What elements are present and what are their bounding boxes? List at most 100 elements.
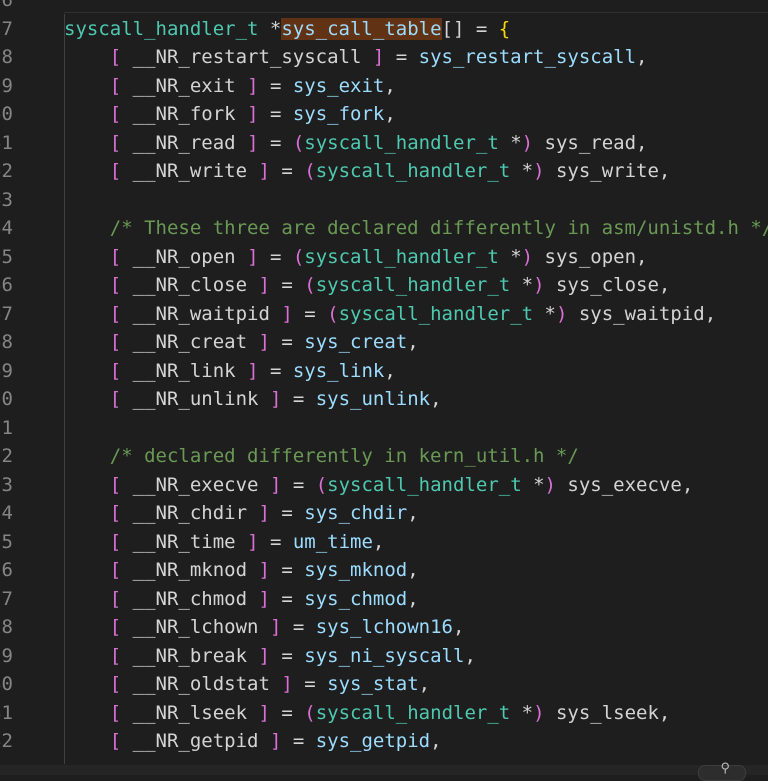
line-number: 69 [0,359,13,382]
token: [ [109,74,122,97]
token: __NR_restart_syscall [121,46,373,68]
line-number: 63 [0,188,13,211]
token: __NR_getpid [121,730,270,752]
token: sys_open, [533,245,648,268]
token: = [281,473,316,496]
token: [ [109,730,122,752]
token: ) [521,245,534,268]
code-text: [ __NR_chmod ] = sys_chmod, [64,585,419,613]
token: = [258,245,293,268]
token: [ [109,388,122,410]
token: , [453,616,465,638]
code-text: syscall_handler_t *sys_call_table[] = { [64,15,510,43]
token: sys_read, [533,131,648,154]
token: __NR_waitpid [121,302,282,325]
token: [ [109,160,122,182]
token: sys_lseek, [544,701,671,724]
code-text: [ __NR_close ] = (syscall_handler_t *) s… [64,271,671,299]
line-number: 58 [0,46,13,68]
token: , [636,46,648,68]
sticky-scroll-border [64,12,768,13]
token: ( [315,473,328,496]
token: [ [109,559,122,581]
token: __NR_creat [121,331,259,353]
token: [ [109,587,122,610]
token: ] [269,473,282,496]
token: sys_creat [304,331,408,353]
token: , [384,359,396,382]
code-text: [ __NR_unlink ] = sys_unlink, [64,385,442,413]
token: * [258,17,282,40]
token: = [258,131,293,154]
token: ( [304,160,316,182]
code-text: [ __NR_open ] = (syscall_handler_t *) sy… [64,243,648,271]
code-text: [ __NR_fork ] = sys_fork, [64,100,396,128]
token: syscall_handler_t [338,302,534,325]
token: sys_call_table [281,17,442,40]
code-editor[interactable]: 5657syscall_handler_t *sys_call_table[] … [0,0,768,775]
code-text: [ __NR_read ] = (syscall_handler_t *) sy… [64,129,648,157]
token: sys_chdir [304,502,408,524]
token: __NR_unlink [121,388,270,410]
search-icon[interactable]: ⚲ [720,761,730,776]
token: __NR_close [121,274,259,296]
token: um_time [292,530,373,553]
token: __NR_time [121,530,248,553]
line-number: 61 [0,131,13,154]
token: sys_exit [292,74,385,97]
token: , [407,587,419,610]
token: syscall_handler_t [315,701,511,724]
token: ) [533,274,545,296]
token: sys_lchown16 [315,616,453,638]
code-text: [ __NR_waitpid ] = (syscall_handler_t *)… [64,300,716,328]
line-number: 56 [0,0,13,11]
code-text: [ __NR_time ] = um_time, [64,528,385,556]
token: ) [521,131,534,154]
token: = [269,559,305,581]
horizontal-scrollbar[interactable] [0,765,768,775]
line-number: 66 [0,274,13,296]
token: = [281,730,316,752]
line-number: 64 [0,217,13,239]
token: = [384,46,419,68]
token: ] [247,103,259,125]
token: syscall_handler_t [327,473,522,496]
token: ( [292,245,305,268]
token: , [407,502,419,524]
token: ] [258,274,270,296]
token: __NR_fork [121,103,248,125]
token: , [384,74,396,97]
token: , [407,331,419,353]
token: __NR_write [121,160,259,182]
code-text: [ __NR_execve ] = (syscall_handler_t *) … [64,471,694,499]
token: * [533,302,556,325]
token: = [258,74,293,97]
token: sys_stat [327,673,419,695]
token: ] [247,245,259,268]
token: __NR_lchown [121,616,270,638]
token: [ [109,473,122,496]
token: ] [247,131,259,154]
token: sys_ni_syscall [304,644,465,667]
code-text: [ __NR_mknod ] = sys_mknod, [64,556,419,584]
token: syscall_handler_t [304,131,499,154]
token: __NR_read [121,131,248,154]
line-number: 77 [0,587,13,610]
token: ( [304,274,316,296]
token: = [258,530,293,553]
token: ] [247,74,259,97]
line-number: 71 [0,416,13,439]
token: ( [327,302,339,325]
token: ] [247,530,259,553]
token: __NR_chmod [121,587,259,610]
